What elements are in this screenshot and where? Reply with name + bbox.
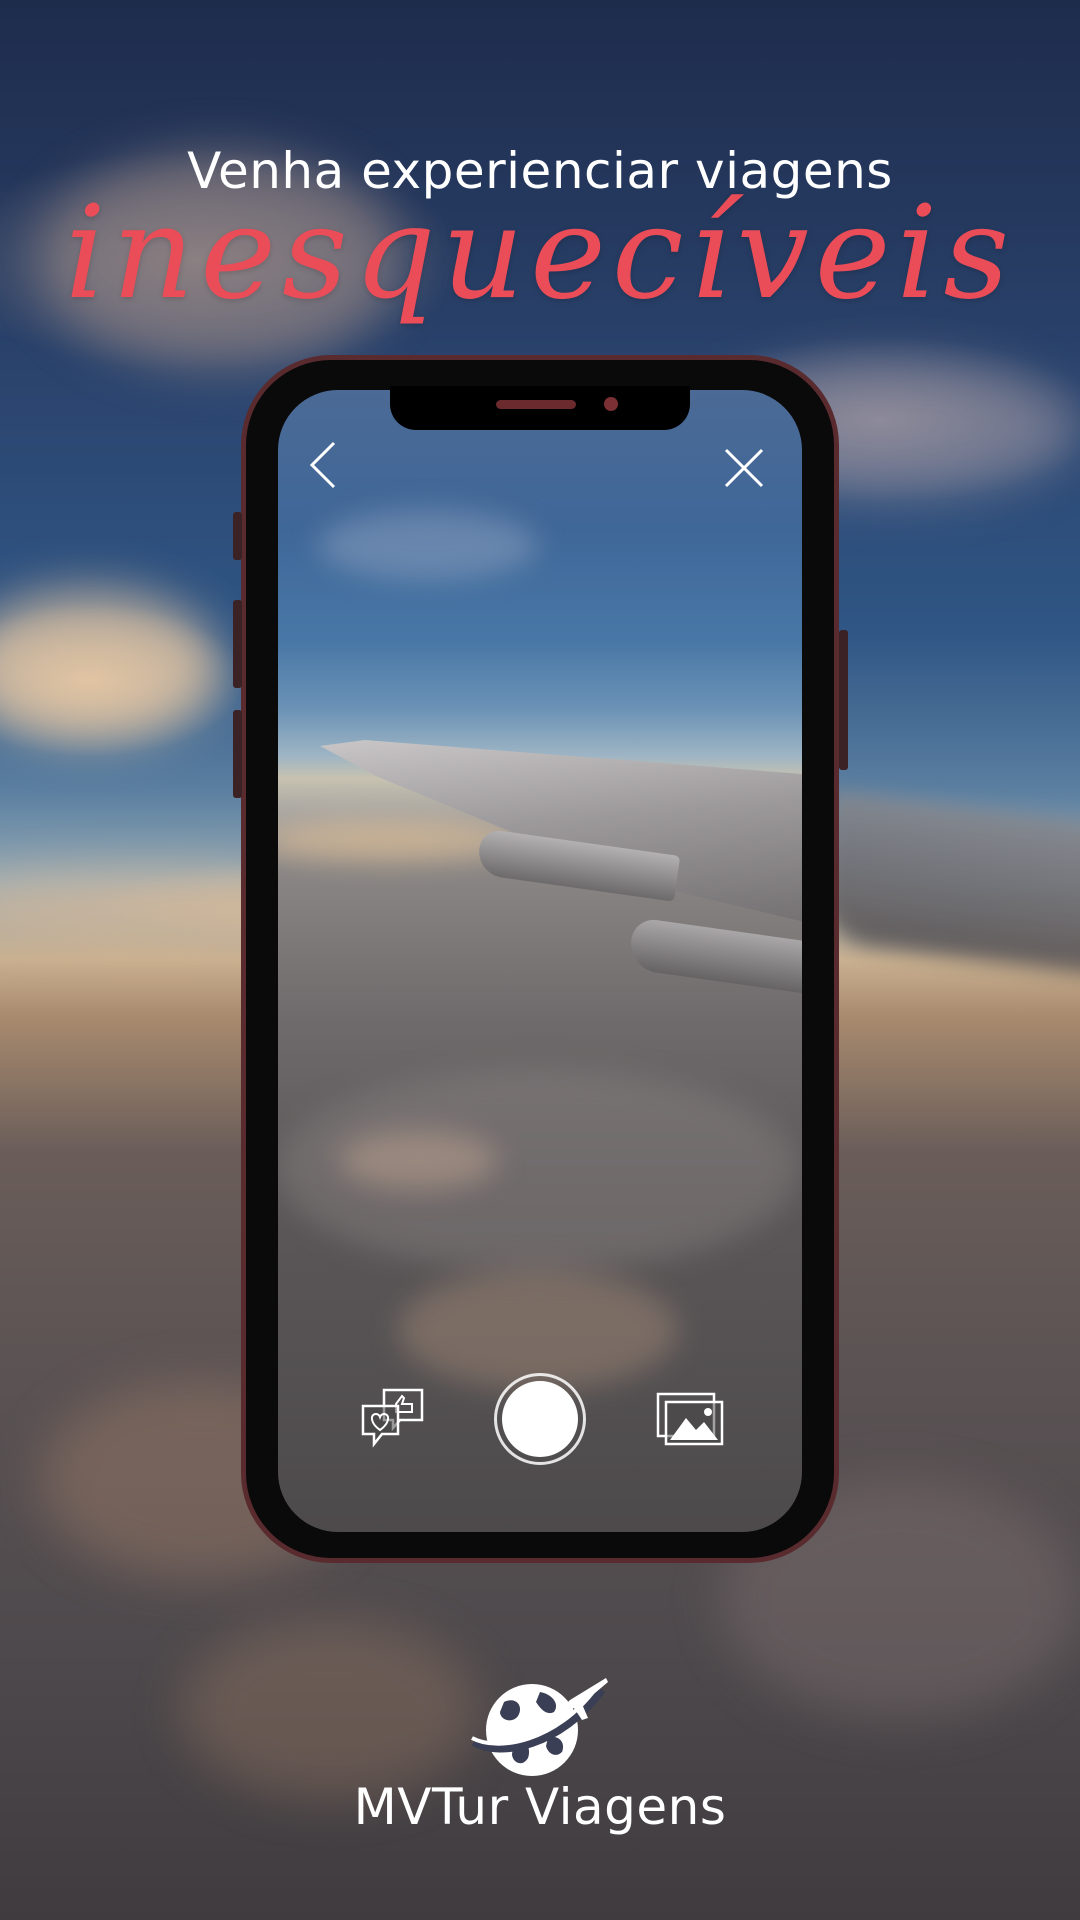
phone-volume-down [233,710,242,798]
phone-volume-up [233,600,242,688]
phone-speaker [496,400,576,409]
shutter-button[interactable] [494,1373,586,1465]
background-wing [812,790,1080,980]
phone-side-button [233,512,242,560]
camera-viewfinder [278,390,802,1532]
shutter-button-inner [502,1381,578,1457]
close-icon[interactable] [724,448,764,488]
wing-flap [627,917,802,995]
front-camera [604,397,618,411]
phone-power-button [839,630,848,770]
globe-airplane-logo [470,1672,610,1786]
brand-name: MVTur Viagens [353,1778,727,1836]
social-reactions-icon[interactable] [360,1388,426,1450]
script-highlight-word: inesquecíveis [64,179,1016,328]
chevron-left-icon[interactable] [308,440,338,490]
gallery-icon[interactable] [656,1392,726,1448]
